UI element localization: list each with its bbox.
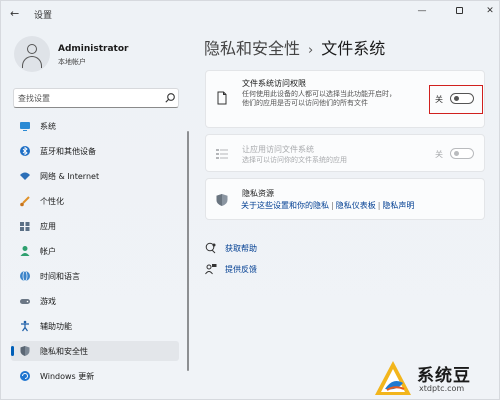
sidebar-item-label: 游戏 — [40, 297, 56, 306]
sidebar-item-privacy-security[interactable]: 隐私和安全性 — [11, 341, 179, 361]
avatar[interactable] — [14, 36, 50, 72]
gamepad-icon — [20, 299, 30, 304]
app-file-access-card: 让应用访问文件系统 选择可以访问你的文件系统的应用 — [205, 134, 485, 172]
sidebar-item-accounts[interactable]: 帐户 — [11, 241, 179, 261]
feedback-label: 提供反馈 — [225, 265, 257, 274]
watermark-url: xtdptc.com — [419, 384, 465, 393]
settings-window: ← 设置 — ✕ Administrator 本地帐户 系统 蓝牙和其他设备 网… — [0, 0, 500, 400]
file-system-access-title: 文件系统访问权限 — [242, 79, 306, 88]
sidebar-item-system[interactable]: 系统 — [11, 116, 179, 136]
page-title: 文件系统 — [321, 39, 386, 58]
file-system-access-description: 任何使用此设备的人都可以选择当此功能开启时，他们的应用是否可以访问他们的所有文件 — [242, 90, 396, 107]
user-account-type: 本地帐户 — [58, 58, 86, 66]
globe-clock-icon — [20, 270, 30, 282]
privacy-resources-title: 隐私资源 — [242, 189, 274, 198]
feedback-person-icon — [205, 264, 217, 275]
sidebar-item-label: 应用 — [40, 222, 56, 231]
sidebar-item-personalization[interactable]: 个性化 — [11, 191, 179, 211]
breadcrumb-separator: › — [308, 43, 314, 58]
search-box[interactable] — [13, 88, 179, 108]
sidebar-item-gaming[interactable]: 游戏 — [11, 291, 179, 311]
maximize-button[interactable] — [448, 4, 470, 18]
sidebar-item-network[interactable]: 网络 & Internet — [11, 166, 179, 186]
sidebar-item-label: 网络 & Internet — [40, 172, 100, 181]
privacy-settings-link[interactable]: 关于这些设置和你的隐私 — [241, 201, 329, 210]
watermark: 系统豆 xtdptc.com — [371, 353, 500, 400]
link-divider: | — [377, 201, 381, 210]
shield-icon — [216, 194, 228, 206]
back-arrow-icon[interactable]: ← — [10, 7, 19, 20]
close-button[interactable]: ✕ — [479, 4, 500, 18]
monitor-icon — [20, 122, 30, 131]
app-file-access-title: 让应用访问文件系统 — [242, 145, 314, 154]
maximize-icon — [455, 7, 463, 14]
avatar-body-icon — [22, 56, 42, 68]
sidebar-item-label: 蓝牙和其他设备 — [40, 147, 96, 156]
avatar-head-icon — [27, 44, 37, 54]
app-access-toggle-state: 关 — [435, 150, 443, 159]
brush-icon — [20, 196, 30, 207]
sidebar-item-windows-update[interactable]: Windows 更新 — [11, 366, 179, 386]
toggle-knob — [454, 96, 459, 101]
sidebar-item-label: 辅助功能 — [40, 322, 72, 331]
toggle-knob — [454, 151, 459, 156]
document-icon — [217, 91, 227, 105]
sidebar-item-label: 个性化 — [40, 197, 64, 206]
accessibility-icon — [21, 320, 29, 332]
sidebar-item-accessibility[interactable]: 辅助功能 — [11, 316, 179, 336]
sidebar-item-label: 时间和语言 — [40, 272, 80, 281]
get-help-link[interactable]: 获取帮助 — [205, 242, 285, 256]
feedback-link[interactable]: 提供反馈 — [205, 263, 285, 277]
watermark-logo-icon — [375, 361, 411, 395]
search-input[interactable] — [18, 91, 158, 106]
app-access-toggle — [450, 148, 474, 159]
account-icon — [20, 246, 30, 256]
shield-icon — [20, 346, 30, 356]
privacy-resources-card: 隐私资源 — [205, 178, 485, 220]
window-title: 设置 — [34, 11, 53, 21]
sidebar-item-bluetooth[interactable]: 蓝牙和其他设备 — [11, 141, 179, 161]
update-icon — [20, 371, 30, 381]
user-name: Administrator — [58, 44, 129, 54]
breadcrumb: 隐私和安全性 › 文件系统 — [204, 35, 385, 59]
minimize-button[interactable]: — — [411, 4, 433, 18]
privacy-statement-link[interactable]: 隐私声明 — [382, 201, 414, 210]
watermark-title: 系统豆 — [417, 366, 471, 386]
breadcrumb-parent[interactable]: 隐私和安全性 — [204, 39, 300, 58]
apps-icon — [20, 222, 30, 231]
sidebar-item-apps[interactable]: 应用 — [11, 216, 179, 236]
sidebar-item-label: 帐户 — [40, 247, 56, 256]
sidebar-scrollbar[interactable] — [187, 131, 189, 371]
sidebar-item-label: Windows 更新 — [40, 372, 95, 381]
privacy-links: 关于这些设置和你的隐私 | 隐私仪表板 | 隐私声明 — [241, 200, 414, 211]
app-file-access-description: 选择可以访问你的文件系统的应用 — [242, 156, 347, 164]
get-help-label: 获取帮助 — [225, 244, 257, 253]
privacy-dashboard-link[interactable]: 隐私仪表板 — [336, 201, 376, 210]
search-icon[interactable] — [164, 92, 176, 104]
file-access-toggle[interactable] — [450, 93, 474, 104]
title-bar: ← 设置 — ✕ — [1, 1, 500, 27]
list-icon — [216, 149, 228, 159]
link-divider: | — [331, 201, 334, 210]
wifi-icon — [20, 172, 30, 180]
file-access-toggle-state: 关 — [435, 95, 443, 104]
sidebar-item-time-language[interactable]: 时间和语言 — [11, 266, 179, 286]
help-chat-icon — [205, 242, 216, 254]
sidebar-item-label: 隐私和安全性 — [40, 347, 88, 356]
sidebar-item-label: 系统 — [40, 122, 56, 131]
active-indicator — [11, 346, 14, 356]
bluetooth-icon — [20, 146, 30, 156]
